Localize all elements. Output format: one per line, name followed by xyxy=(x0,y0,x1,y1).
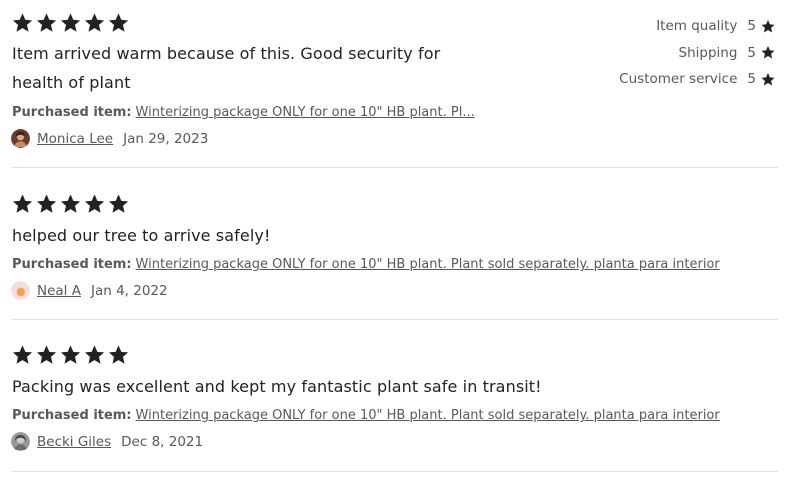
purchased-label: Purchased item: xyxy=(12,105,132,120)
review-text: Packing was excellent and kept my fantas… xyxy=(12,377,542,396)
rating-row-item-quality: Item quality 5 xyxy=(619,13,776,40)
purchased-item: Purchased item: Winterizing package ONLY … xyxy=(12,257,720,272)
star-icon xyxy=(84,194,105,213)
reviewer-info: Monica Lee Jan 29, 2023 xyxy=(11,129,208,148)
star-rating xyxy=(11,344,130,366)
star-icon xyxy=(60,194,81,213)
star-icon xyxy=(761,72,775,86)
star-icon xyxy=(108,194,129,213)
star-icon xyxy=(108,345,129,364)
review-card: Item arrived warm because of this. Good … xyxy=(0,0,794,168)
star-icon xyxy=(36,345,57,364)
star-icon xyxy=(60,345,81,364)
review-text-line: Item arrived warm because of this. Good … xyxy=(12,44,441,63)
reviewer-name[interactable]: Becki Giles xyxy=(37,434,111,450)
star-icon xyxy=(60,13,81,32)
review-card: helped our tree to arrive safely! Purcha… xyxy=(0,168,794,320)
star-icon xyxy=(761,19,775,33)
rating-label: Customer service xyxy=(619,71,738,88)
rating-value: 5 xyxy=(747,71,756,88)
rating-label: Shipping xyxy=(678,44,738,61)
review-text: helped our tree to arrive safely! xyxy=(12,226,271,245)
purchased-label: Purchased item: xyxy=(12,408,132,423)
rating-value: 5 xyxy=(747,18,756,35)
review-date: Jan 29, 2023 xyxy=(123,130,209,147)
rating-label: Item quality xyxy=(656,18,738,35)
star-icon xyxy=(12,13,33,32)
divider xyxy=(11,471,778,472)
star-icon xyxy=(84,345,105,364)
star-icon xyxy=(12,194,33,213)
purchased-item: Purchased item: Winterizing package ONLY … xyxy=(12,105,475,120)
rating-row-shipping: Shipping 5 xyxy=(619,40,776,67)
reviewer-info: Neal A Jan 4, 2022 xyxy=(11,281,168,300)
star-icon xyxy=(12,345,33,364)
review-text: Item arrived warm because of this. Good … xyxy=(12,39,482,97)
avatar-icon[interactable] xyxy=(11,281,30,300)
purchased-label: Purchased item: xyxy=(12,257,132,272)
star-rating xyxy=(11,12,130,34)
review-text-line: health of plant xyxy=(12,73,131,92)
avatar-icon[interactable] xyxy=(11,432,30,451)
reviewer-info: Becki Giles Dec 8, 2021 xyxy=(11,432,203,451)
star-icon xyxy=(36,194,57,213)
review-date: Jan 4, 2022 xyxy=(90,282,168,299)
reviewer-name[interactable]: Neal A xyxy=(37,283,81,299)
purchased-item-link[interactable]: Winterizing package ONLY for one 10" HB … xyxy=(136,105,475,120)
purchased-item-link[interactable]: Winterizing package ONLY for one 10" HB … xyxy=(136,257,720,272)
purchased-item-link[interactable]: Winterizing package ONLY for one 10" HB … xyxy=(136,408,720,423)
rating-breakdown: Item quality 5 Shipping 5 Customer servi… xyxy=(619,13,776,93)
reviewer-name[interactable]: Monica Lee xyxy=(37,131,113,147)
purchased-item: Purchased item: Winterizing package ONLY … xyxy=(12,408,720,423)
rating-value: 5 xyxy=(747,44,756,61)
star-icon xyxy=(761,46,775,59)
star-rating xyxy=(11,193,130,215)
avatar-icon[interactable] xyxy=(11,129,30,148)
star-icon xyxy=(108,13,129,32)
star-icon xyxy=(36,13,57,32)
star-icon xyxy=(84,13,105,32)
rating-row-customer-service: Customer service 5 xyxy=(619,66,776,93)
review-date: Dec 8, 2021 xyxy=(121,433,204,450)
review-card: Packing was excellent and kept my fantas… xyxy=(0,320,794,472)
